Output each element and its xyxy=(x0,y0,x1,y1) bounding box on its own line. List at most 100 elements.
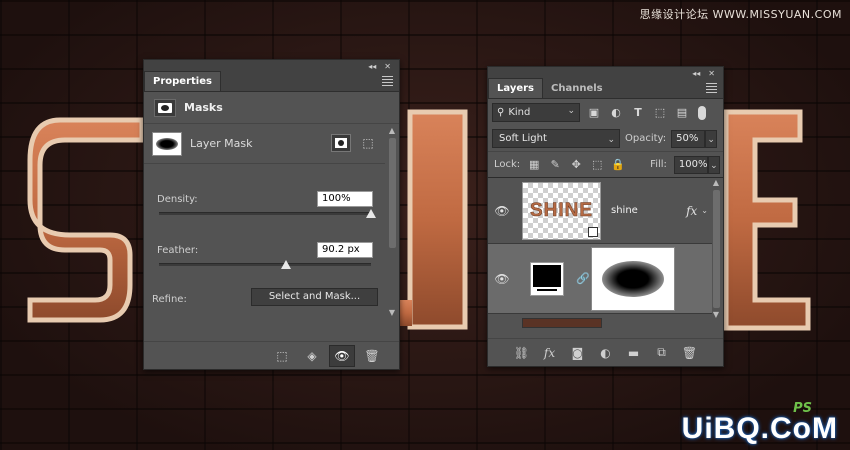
watermark-top: 思缘设计论坛 WWW.MISSYUAN.COM xyxy=(639,8,842,21)
layers-footer: ⛓ fx ◙ ◐ ▬ ⧉ 🗑 xyxy=(488,338,723,366)
filter-toggle-icon[interactable] xyxy=(698,105,706,120)
scroll-up-icon[interactable]: ▲ xyxy=(387,126,397,136)
scroll-thumb[interactable] xyxy=(388,138,396,248)
properties-scrollbar[interactable]: ▲ ▼ xyxy=(387,126,397,322)
smart-object-filter-icon[interactable]: ▤ xyxy=(674,105,690,121)
fill-label: Fill: xyxy=(650,159,667,170)
add-layer-mask-icon[interactable]: ◙ xyxy=(570,345,586,361)
scroll-down-icon[interactable]: ▼ xyxy=(387,308,397,318)
feather-slider-handle[interactable] xyxy=(281,260,292,269)
blend-mode-value: Soft Light xyxy=(499,133,547,144)
masks-header: Masks xyxy=(144,92,399,124)
collapse-panel-icon[interactable]: ◂◂ xyxy=(692,69,700,78)
scroll-down-icon[interactable]: ▼ xyxy=(711,310,721,320)
delete-layer-icon[interactable]: 🗑 xyxy=(682,345,698,361)
add-layer-style-fx-icon[interactable]: fx xyxy=(542,345,558,361)
collapse-panel-icon[interactable]: ◂◂ xyxy=(368,62,376,71)
next-layer-thumbnail xyxy=(522,318,602,328)
opacity-label: Opacity: xyxy=(625,133,667,144)
fill-input[interactable]: 100% xyxy=(673,155,708,174)
chevron-down-icon: ⌄ xyxy=(567,106,575,116)
opacity-input[interactable]: 50% xyxy=(671,129,706,148)
add-vector-mask-icon[interactable]: ⬚ xyxy=(358,134,378,152)
density-input[interactable]: 100% xyxy=(317,191,373,207)
feather-input[interactable]: 90.2 px xyxy=(317,242,373,258)
layer-effects-fx-icon[interactable]: fx xyxy=(686,204,697,218)
watermark-bottom: UiBQ.CoM xyxy=(681,412,838,445)
chevron-down-icon[interactable]: ⌄ xyxy=(701,206,708,215)
lock-all-icon[interactable]: 🔒 xyxy=(611,158,625,172)
layers-panel: ◂◂ ✕ Layers Channels ⚲ Kind ⌄ ▣ ◐ T ⬚ ▤ … xyxy=(487,66,724,367)
scroll-thumb[interactable] xyxy=(712,190,720,308)
select-and-mask-button[interactable]: Select and Mask... xyxy=(251,288,378,306)
lock-image-pixels-icon[interactable]: ✎ xyxy=(548,158,562,172)
link-layers-icon[interactable]: ⛓ xyxy=(514,345,530,361)
delete-mask-icon[interactable]: 🗑 xyxy=(359,345,385,367)
adjustment-layer-thumbnail xyxy=(530,261,564,296)
density-slider-handle[interactable] xyxy=(366,209,376,218)
properties-tab-row: Properties xyxy=(144,71,399,92)
fill-dropdown-icon[interactable]: ⌄ xyxy=(707,155,720,174)
lock-position-icon[interactable]: ✥ xyxy=(569,158,583,172)
feather-label: Feather: xyxy=(157,245,199,256)
blend-row: Soft Light ⌄ Opacity: 50% ⌄ xyxy=(488,126,723,152)
masks-icon xyxy=(154,98,176,117)
thumbnail-text: SHINE xyxy=(529,199,594,221)
opacity-dropdown-icon[interactable]: ⌄ xyxy=(705,129,718,148)
layer-name[interactable]: shine xyxy=(611,205,686,216)
density-slider[interactable] xyxy=(159,209,376,218)
watermark-ps: PS xyxy=(793,401,812,416)
smart-object-badge-icon xyxy=(588,226,598,237)
new-group-folder-icon[interactable]: ▬ xyxy=(626,345,642,361)
type-filter-icon[interactable]: T xyxy=(630,105,646,121)
properties-footer: ⬚ ◈ 👁 🗑 xyxy=(144,341,399,369)
feather-slider[interactable] xyxy=(159,260,371,269)
load-selection-from-mask-icon[interactable]: ⬚ xyxy=(269,345,295,367)
new-adjustment-layer-icon[interactable]: ◐ xyxy=(598,345,614,361)
close-panel-icon[interactable]: ✕ xyxy=(708,69,715,78)
search-icon: ⚲ xyxy=(497,107,505,118)
toggle-mask-visibility-icon[interactable]: 👁 xyxy=(329,344,355,367)
letter-h-edge xyxy=(400,300,412,326)
density-label: Density: xyxy=(157,194,198,205)
visibility-eye-icon[interactable]: 👁 xyxy=(488,204,516,218)
select-pixel-mask-button[interactable] xyxy=(331,134,351,152)
layer-mask-thumbnail xyxy=(152,131,182,156)
panel-menu-icon[interactable] xyxy=(706,83,717,95)
layer-row-adjustment[interactable]: 👁 🔗 xyxy=(488,244,712,314)
layer-filter-bar: ⚲ Kind ⌄ ▣ ◐ T ⬚ ▤ xyxy=(488,99,723,126)
filter-kind-select[interactable]: ⚲ Kind ⌄ xyxy=(492,103,580,122)
properties-body: Layer Mask ⬚ Density: 100% Feather: 90.2… xyxy=(144,124,399,370)
layers-tab-row: Layers Channels xyxy=(488,78,723,99)
lock-row: Lock: ▦ ✎ ✥ ⬚ 🔒 Fill: 100% ⌄ xyxy=(488,152,723,178)
close-panel-icon[interactable]: ✕ xyxy=(384,62,391,71)
mask-link-icon[interactable]: 🔗 xyxy=(574,272,592,285)
layer-mask-label: Layer Mask xyxy=(190,137,253,150)
masks-title: Masks xyxy=(184,101,223,114)
tab-channels[interactable]: Channels xyxy=(543,80,611,98)
adjustment-filter-icon[interactable]: ◐ xyxy=(608,105,624,121)
filter-kind-value: Kind xyxy=(508,107,531,118)
letter-s xyxy=(27,117,145,323)
tab-properties[interactable]: Properties xyxy=(144,71,221,91)
properties-panel: ◂◂ ✕ Properties Masks Layer Mask ⬚ Densi… xyxy=(143,59,400,370)
new-layer-icon[interactable]: ⧉ xyxy=(654,345,670,361)
layers-scrollbar[interactable]: ▲ ▼ xyxy=(711,178,721,330)
panel-menu-icon[interactable] xyxy=(382,76,393,88)
scroll-up-icon[interactable]: ▲ xyxy=(711,178,721,188)
visibility-eye-icon[interactable]: 👁 xyxy=(488,272,516,286)
apply-mask-icon[interactable]: ◈ xyxy=(299,345,325,367)
blend-mode-select[interactable]: Soft Light ⌄ xyxy=(492,129,620,148)
letter-i xyxy=(407,109,468,330)
layer-row-shine[interactable]: 👁 SHINE shine fx ⌄ xyxy=(488,178,712,244)
lock-label: Lock: xyxy=(494,159,521,170)
chevron-down-icon: ⌄ xyxy=(607,135,615,145)
letter-e xyxy=(723,109,811,331)
pixel-filter-icon[interactable]: ▣ xyxy=(586,105,602,121)
lock-transparent-pixels-icon[interactable]: ▦ xyxy=(527,158,541,172)
tab-layers[interactable]: Layers xyxy=(488,78,543,98)
layer-mask-thumbnail[interactable] xyxy=(591,246,675,311)
refine-label: Refine: xyxy=(152,294,187,305)
shape-filter-icon[interactable]: ⬚ xyxy=(652,105,668,121)
lock-artboard-icon[interactable]: ⬚ xyxy=(590,158,604,172)
